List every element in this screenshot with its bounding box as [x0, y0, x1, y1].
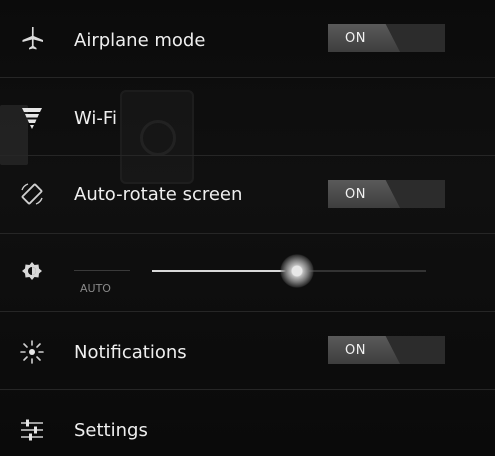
- row-brightness: [0, 234, 495, 312]
- brightness-slider-fill: [152, 270, 298, 272]
- auto-rotate-label: Auto-rotate screen: [74, 184, 243, 205]
- settings-label: Settings: [74, 420, 148, 441]
- quick-settings-panel: Airplane mode ON Wi-Fi Auto-rotate scree…: [0, 0, 495, 456]
- wifi-label: Wi-Fi: [74, 108, 117, 129]
- auto-brightness-label[interactable]: AUTO: [80, 282, 111, 295]
- airplane-mode-label: Airplane mode: [74, 30, 206, 51]
- settings-sliders-icon: [18, 416, 46, 444]
- airplane-mode-toggle[interactable]: ON: [328, 24, 445, 52]
- row-auto-rotate[interactable]: Auto-rotate screen ON: [0, 156, 495, 234]
- notifications-label: Notifications: [74, 342, 187, 363]
- notifications-icon: [18, 338, 46, 366]
- airplane-mode-toggle-state: ON: [328, 24, 400, 52]
- wifi-icon: [18, 104, 46, 132]
- notifications-toggle-state: ON: [328, 336, 400, 364]
- auto-checkbox-line[interactable]: [74, 270, 130, 271]
- brightness-slider-thumb[interactable]: [280, 254, 315, 288]
- row-notifications[interactable]: Notifications ON: [0, 312, 495, 390]
- auto-rotate-toggle-state: ON: [328, 180, 400, 208]
- rotate-icon: [18, 180, 46, 208]
- row-airplane-mode[interactable]: Airplane mode ON: [0, 0, 495, 78]
- brightness-icon: [18, 258, 46, 286]
- notifications-toggle[interactable]: ON: [328, 336, 445, 364]
- airplane-icon: [18, 24, 46, 52]
- row-settings[interactable]: Settings: [0, 390, 495, 456]
- auto-rotate-toggle[interactable]: ON: [328, 180, 445, 208]
- row-wifi[interactable]: Wi-Fi: [0, 78, 495, 156]
